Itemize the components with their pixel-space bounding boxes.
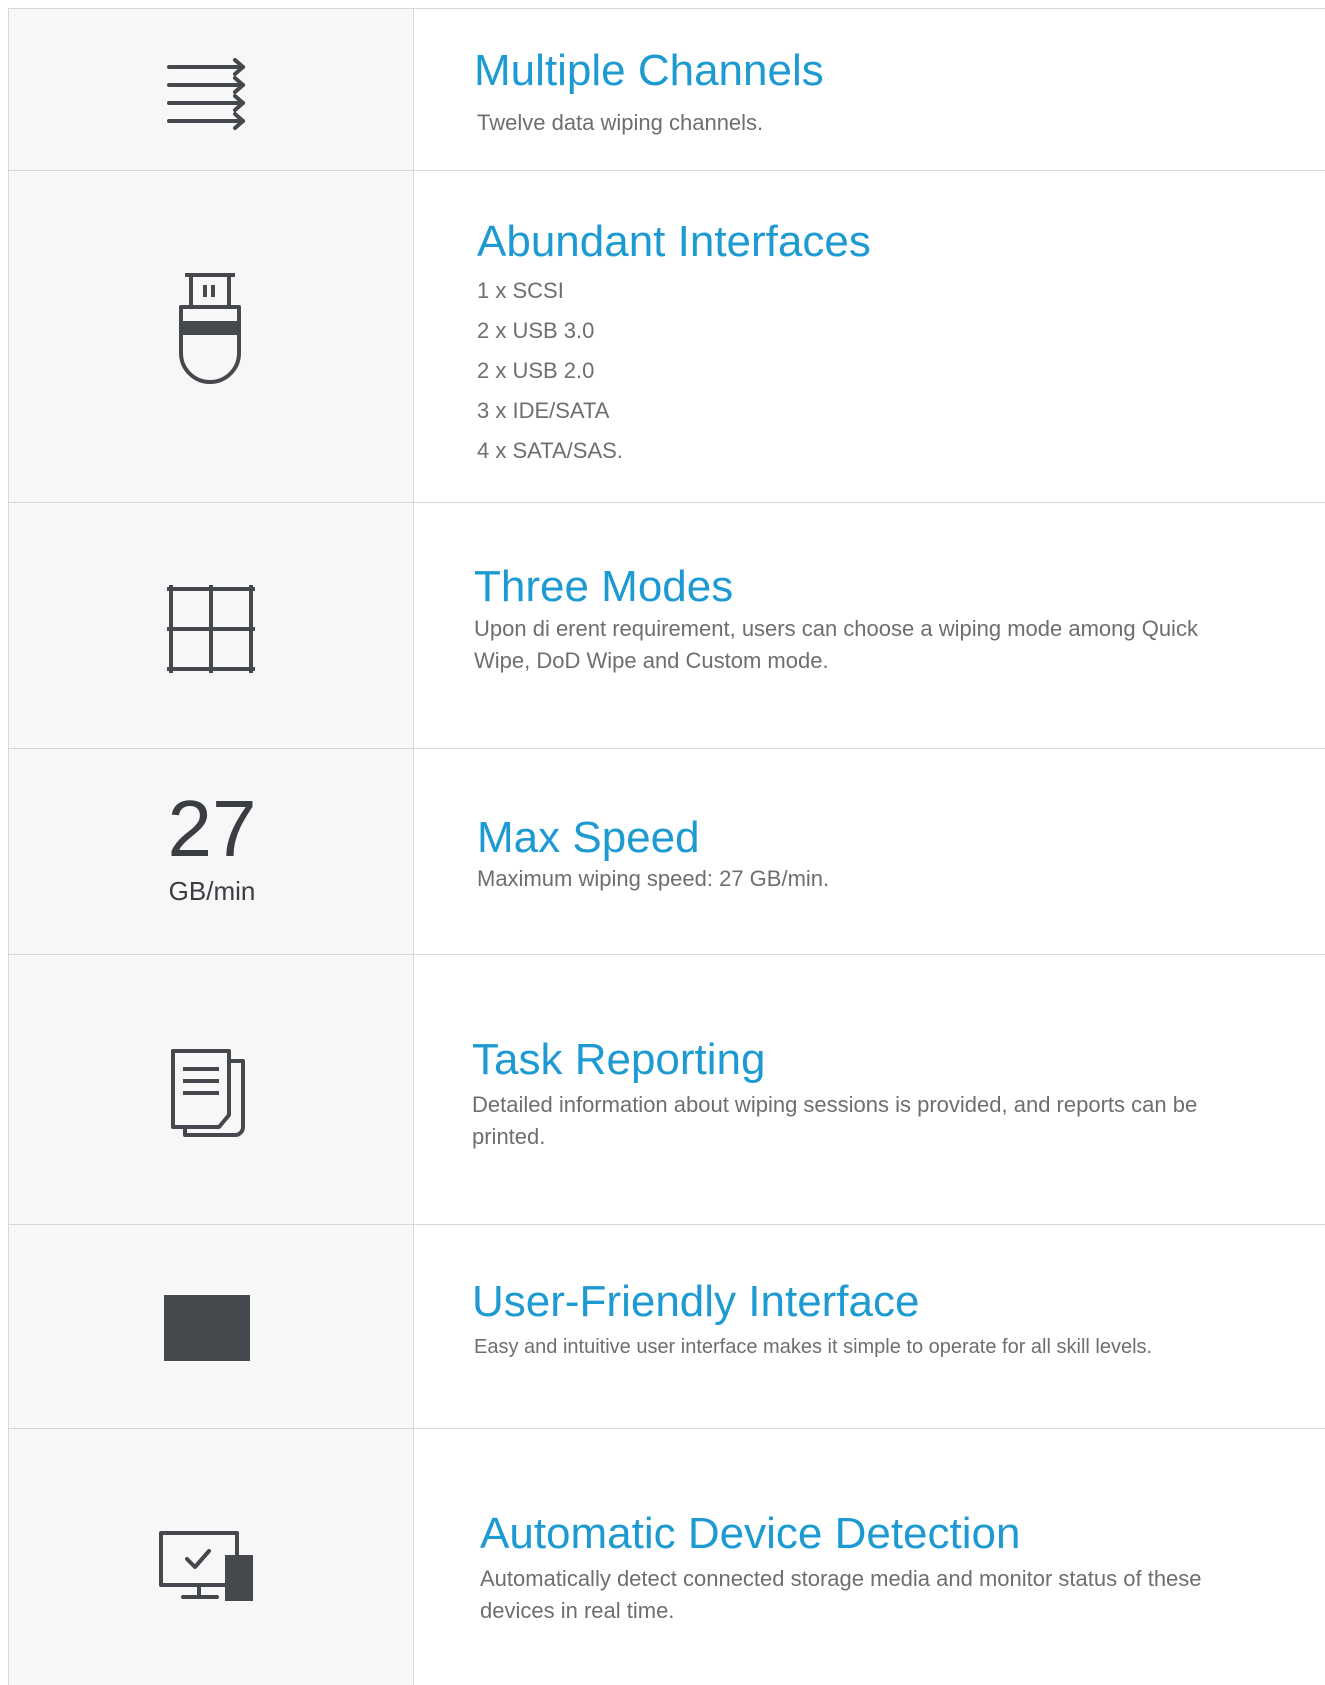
- arrows-icon: [167, 58, 245, 130]
- feature-description: Detailed information about wiping sessio…: [472, 1092, 1198, 1149]
- feature-description: Twelve data wiping channels.: [477, 110, 764, 135]
- interface-item: 2 x USB 3.0: [477, 318, 595, 343]
- text-panel: Three Modes Upon di erent requirement, u…: [414, 503, 1325, 748]
- text-panel: Task Reporting Detailed information abou…: [414, 955, 1325, 1224]
- feature-title: Task Reporting: [472, 1035, 766, 1084]
- feature-description: Easy and intuitive user interface makes …: [474, 1336, 1153, 1358]
- feature-description: Automatically detect connected storage m…: [480, 1566, 1202, 1623]
- feature-title: Automatic Device Detection: [480, 1509, 1021, 1558]
- icon-panel: 27 GB/min: [8, 749, 414, 954]
- feature-title: Max Speed: [477, 813, 700, 862]
- icon-panel: [8, 171, 414, 502]
- speed-value: 27: [167, 784, 257, 873]
- icon-panel: [8, 503, 414, 748]
- interface-item: 1 x SCSI: [477, 278, 564, 303]
- feature-title: User-Friendly Interface: [472, 1277, 920, 1326]
- text-panel: Automatic Device Detection Automatically…: [414, 1429, 1325, 1685]
- feature-row-task-reporting: Task Reporting Detailed information abou…: [8, 954, 1325, 1224]
- feature-row-abundant-interfaces: Abundant Interfaces 1 x SCSI 2 x USB 3.0…: [8, 170, 1325, 502]
- feature-row-max-speed: 27 GB/min Max Speed Maximum wiping speed…: [8, 748, 1325, 954]
- usb-icon: [179, 273, 241, 384]
- feature-row-user-friendly-interface: User-Friendly Interface Easy and intuiti…: [8, 1224, 1325, 1428]
- icon-panel: [8, 1225, 414, 1428]
- feature-title: Three Modes: [474, 562, 734, 611]
- feature-description: Upon di erent requirement, users can cho…: [474, 616, 1198, 673]
- feature-row-three-modes: Three Modes Upon di erent requirement, u…: [8, 502, 1325, 748]
- interface-item: 2 x USB 2.0: [477, 358, 595, 383]
- text-panel: Max Speed Maximum wiping speed: 27 GB/mi…: [414, 749, 1325, 954]
- feature-row-automatic-device-detection: Automatic Device Detection Automatically…: [8, 1428, 1325, 1685]
- monitor-check-icon: [159, 1531, 253, 1601]
- screen-icon: [164, 1295, 250, 1361]
- documents-icon: [171, 1049, 245, 1137]
- feature-title: Abundant Interfaces: [477, 217, 871, 266]
- text-panel: Multiple Channels Twelve data wiping cha…: [414, 9, 1325, 170]
- grid-icon: [167, 585, 255, 673]
- interface-item: 3 x IDE/SATA: [477, 398, 610, 423]
- icon-panel: [8, 955, 414, 1224]
- text-panel: User-Friendly Interface Easy and intuiti…: [414, 1225, 1325, 1428]
- text-panel: Abundant Interfaces 1 x SCSI 2 x USB 3.0…: [414, 171, 1325, 502]
- speed-unit: GB/min: [168, 876, 256, 906]
- feature-description: Maximum wiping speed: 27 GB/min.: [477, 866, 830, 891]
- icon-panel: [8, 9, 414, 170]
- feature-title: Multiple Channels: [474, 46, 824, 95]
- icon-panel: [8, 1429, 414, 1685]
- feature-row-multiple-channels: Multiple Channels Twelve data wiping cha…: [8, 8, 1325, 170]
- interface-item: 4 x SATA/SAS.: [477, 438, 623, 463]
- interface-list: 1 x SCSI 2 x USB 3.0 2 x USB 2.0 3 x IDE…: [477, 271, 623, 471]
